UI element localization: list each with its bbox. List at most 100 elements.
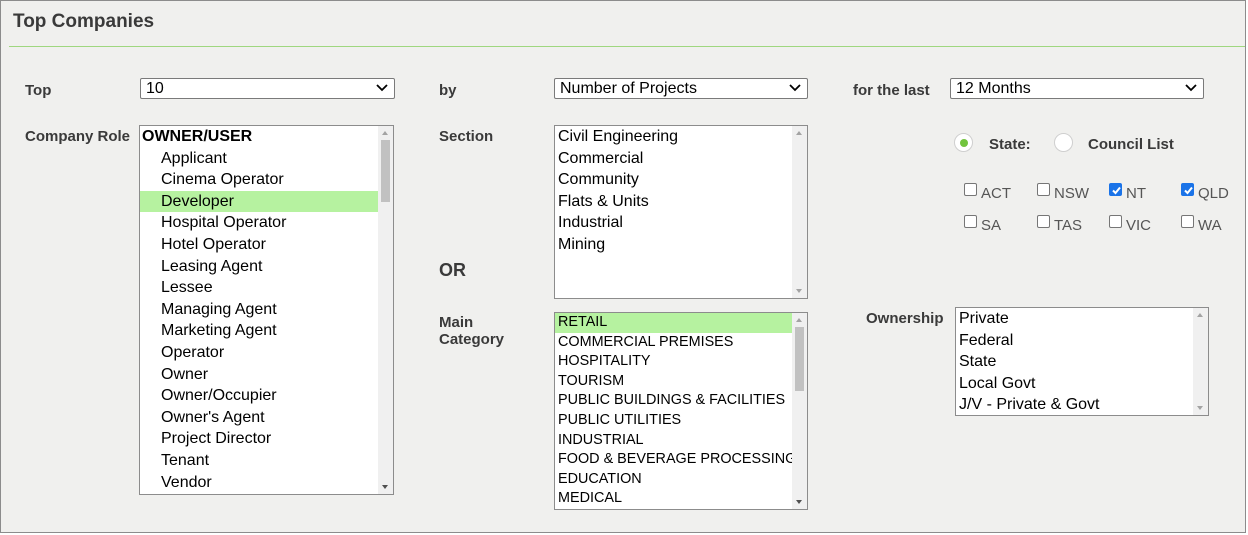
section-option-civil-engineering[interactable]: Civil Engineering	[555, 126, 807, 148]
scroll-up-arrow-icon[interactable]	[382, 131, 388, 135]
metric-value: Number of Projects	[560, 80, 697, 97]
role-option-marketing-agent[interactable]: Marketing Agent	[140, 320, 393, 342]
top-companies-panel: Top Companies Top 10 by Number of Projec…	[0, 0, 1246, 533]
checkbox-box[interactable]	[1037, 183, 1050, 196]
period-value: 12 Months	[956, 80, 1031, 97]
checkbox-label: QLD	[1198, 185, 1229, 202]
checkbox-box[interactable]	[1037, 215, 1050, 228]
role-option-operator[interactable]: Operator	[140, 342, 393, 364]
ownership-listbox[interactable]: Private Federal State Local Govt J/V - P…	[955, 307, 1209, 416]
role-option-owner-occupier[interactable]: Owner/Occupier	[140, 385, 393, 407]
company-role-label: Company Role	[25, 128, 131, 145]
section-scrollbar[interactable]	[792, 126, 807, 298]
section-option-flats-units[interactable]: Flats & Units	[555, 191, 807, 213]
checkbox-box[interactable]	[1109, 215, 1122, 228]
chevron-down-icon	[376, 84, 388, 92]
category-option-retail[interactable]: RETAIL	[555, 313, 792, 333]
section-option-commercial[interactable]: Commercial	[555, 148, 807, 170]
or-separator: OR	[439, 260, 466, 280]
council-list-radio[interactable]	[1054, 133, 1073, 152]
role-scrollbar[interactable]	[378, 126, 393, 494]
top-label: Top	[25, 82, 52, 99]
main-category-label: Main Category	[439, 314, 504, 348]
role-option-cinema-operator[interactable]: Cinema Operator	[140, 169, 393, 191]
role-group-header: OWNER/USER	[142, 128, 253, 145]
scroll-down-arrow-icon[interactable]	[796, 500, 802, 504]
ownership-option-federal[interactable]: Federal	[956, 330, 1208, 352]
title-divider	[9, 46, 1245, 47]
period-select[interactable]: 12 Months	[950, 78, 1204, 99]
checkbox-label: SA	[981, 217, 1002, 234]
scroll-up-arrow-icon[interactable]	[1197, 313, 1203, 317]
category-scrollbar[interactable]	[792, 313, 807, 509]
section-option-industrial[interactable]: Industrial	[555, 212, 807, 234]
role-option-hospital-operator[interactable]: Hospital Operator	[140, 212, 393, 234]
section-label: Section	[439, 128, 494, 145]
role-option-applicant[interactable]: Applicant	[140, 148, 393, 170]
category-option-tourism[interactable]: TOURISM	[555, 372, 807, 392]
top-count-value: 10	[146, 80, 164, 97]
ownership-option-jv[interactable]: J/V - Private & Govt	[956, 394, 1208, 415]
role-option-managing-agent[interactable]: Managing Agent	[140, 299, 393, 321]
checkbox-label: ACT	[981, 185, 1011, 202]
category-option-public-utilities[interactable]: PUBLIC UTILITIES	[555, 411, 807, 431]
main-category-listbox[interactable]: RETAIL COMMERCIAL PREMISES HOSPITALITY T…	[554, 312, 808, 510]
role-option-lessee[interactable]: Lessee	[140, 277, 393, 299]
scroll-down-arrow-icon[interactable]	[796, 289, 802, 293]
main-category-label-line1: Main	[439, 314, 474, 331]
checkbox-box-checked[interactable]	[1181, 183, 1194, 196]
role-option-vendor[interactable]: Vendor	[140, 472, 393, 494]
by-label: by	[439, 82, 457, 99]
chevron-down-icon	[789, 84, 801, 92]
section-option-community[interactable]: Community	[555, 169, 807, 191]
checkbox-box[interactable]	[964, 215, 977, 228]
top-count-select[interactable]: 10	[140, 78, 395, 99]
category-option-industrial[interactable]: INDUSTRIAL	[555, 431, 807, 451]
checkbox-label: VIC	[1126, 217, 1152, 234]
checkbox-label: NT	[1126, 185, 1146, 202]
checkbox-label: WA	[1198, 217, 1222, 234]
scroll-up-arrow-icon[interactable]	[796, 131, 802, 135]
metric-select[interactable]: Number of Projects	[554, 78, 808, 99]
main-category-label-line2: Category	[439, 331, 505, 348]
category-option-education[interactable]: EDUCATION	[555, 470, 807, 490]
checkbox-box-checked[interactable]	[1109, 183, 1122, 196]
role-option-developer[interactable]: Developer	[140, 190, 393, 213]
role-option-owners-agent[interactable]: Owner's Agent	[140, 407, 393, 429]
category-option-public-buildings[interactable]: PUBLIC BUILDINGS & FACILITIES	[555, 391, 807, 411]
role-option-owner[interactable]: Owner	[140, 364, 393, 386]
category-scroll-thumb[interactable]	[795, 327, 804, 391]
page-title: Top Companies	[13, 11, 155, 32]
company-role-listbox[interactable]: OWNER/USER Applicant Cinema Operator Dev…	[139, 125, 394, 495]
state-radio[interactable]	[954, 133, 973, 152]
role-option-hotel-operator[interactable]: Hotel Operator	[140, 234, 393, 256]
state-radio-label: State:	[989, 136, 1031, 153]
ownership-option-private[interactable]: Private	[956, 308, 1208, 330]
category-option-food-beverage[interactable]: FOOD & BEVERAGE PROCESSING	[555, 450, 807, 470]
ownership-option-local-govt[interactable]: Local Govt	[956, 373, 1208, 395]
scroll-down-arrow-icon[interactable]	[1197, 406, 1203, 410]
role-option-leasing-agent[interactable]: Leasing Agent	[140, 256, 393, 278]
checkmark-icon	[1184, 186, 1193, 195]
category-option-commercial-premises[interactable]: COMMERCIAL PREMISES	[555, 333, 807, 353]
role-option-tenant[interactable]: Tenant	[140, 450, 393, 472]
checkbox-label: NSW	[1054, 185, 1089, 202]
ownership-scrollbar[interactable]	[1193, 308, 1208, 415]
ownership-label: Ownership	[866, 310, 944, 327]
checkbox-label: TAS	[1054, 217, 1083, 234]
category-option-medical[interactable]: MEDICAL	[555, 489, 807, 509]
section-listbox[interactable]: Civil Engineering Commercial Community F…	[554, 125, 808, 299]
section-option-mining[interactable]: Mining	[555, 234, 807, 256]
checkbox-box[interactable]	[964, 183, 977, 196]
role-option-project-director[interactable]: Project Director	[140, 428, 393, 450]
council-list-label: Council List	[1088, 136, 1174, 153]
scroll-down-arrow-icon[interactable]	[382, 485, 388, 489]
role-scroll-thumb[interactable]	[381, 140, 390, 202]
checkmark-icon	[1112, 186, 1121, 195]
checkbox-box[interactable]	[1181, 215, 1194, 228]
scroll-up-arrow-icon[interactable]	[796, 318, 802, 322]
ownership-option-state[interactable]: State	[956, 351, 1208, 373]
category-option-hospitality[interactable]: HOSPITALITY	[555, 352, 807, 372]
for-the-last-label: for the last	[853, 82, 930, 99]
chevron-down-icon	[1185, 84, 1197, 92]
